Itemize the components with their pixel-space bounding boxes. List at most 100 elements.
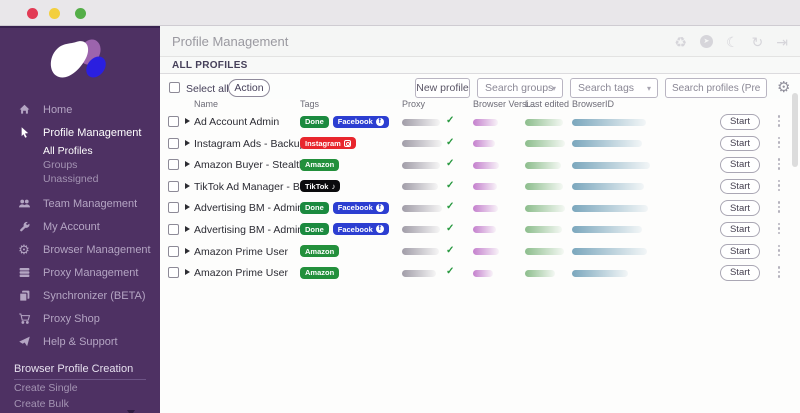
row-checkbox[interactable] [168,267,179,279]
sidebar-item-home[interactable]: Home [0,98,160,121]
row-menu-kebab-icon[interactable] [774,136,784,149]
row-menu-kebab-icon[interactable] [774,244,784,257]
home-icon [17,103,31,117]
minimize-window-icon[interactable] [49,8,60,19]
sidebar-item-synchronizer-beta[interactable]: Synchronizer (BETA) [0,284,160,307]
select-all-checkbox[interactable] [169,82,180,93]
moon-icon[interactable]: ☾ [726,35,739,49]
expand-caret-icon[interactable] [185,118,190,124]
sidebar-subitem-groups[interactable]: Groups [0,158,160,172]
row-menu-kebab-icon[interactable] [774,179,784,192]
row-checkbox[interactable] [168,223,179,235]
expand-caret-icon[interactable] [185,225,190,232]
row-menu-kebab-icon[interactable] [774,266,784,278]
tiktok-icon: ♪ [331,181,336,191]
column-header-browserid[interactable]: BrowserID [572,99,614,109]
sidebar-item-label: Proxy Shop [43,312,100,325]
new-profile-button[interactable]: New profile [415,78,470,98]
close-window-icon[interactable] [27,8,38,19]
profile-name[interactable]: Advertising BM - Admin 2 [194,224,312,236]
recycle-icon[interactable]: ♻ [674,35,687,49]
search-groups-select[interactable]: Search groups ▾ [477,78,563,98]
sidebar-item-profile-management[interactable]: Profile Management [0,121,160,144]
start-button[interactable]: Start [720,243,760,260]
sidebar-item-my-account[interactable]: My Account [0,215,160,238]
row-menu-kebab-icon[interactable] [774,115,784,127]
refresh-icon[interactable]: ↻ [752,35,764,49]
profile-name[interactable]: Amazon Prime User [194,267,288,279]
cart-icon [17,312,31,326]
expand-caret-icon[interactable] [185,161,190,168]
column-header-tags[interactable]: Tags [300,99,319,109]
start-button[interactable]: Start [720,135,760,152]
search-profiles-input[interactable] [665,78,767,98]
column-header-name[interactable]: Name [194,99,218,109]
sidebar-item-proxy-shop[interactable]: Proxy Shop [0,307,160,330]
expand-caret-icon[interactable] [185,247,190,254]
table-row: Instagram Ads - Backup Instagram ✓ Start [160,133,800,155]
sidebar-item-label: Profile Management [43,126,142,139]
sidebar-subitem-all-profiles[interactable]: All Profiles [0,144,160,158]
proxy-ok-check-icon: ✓ [446,201,455,213]
browser-version-blurred-value [473,183,497,191]
expand-caret-icon[interactable] [185,204,190,211]
expand-caret-icon[interactable] [185,182,190,189]
start-button[interactable]: Start [720,157,760,173]
row-checkbox[interactable] [168,159,179,171]
row-checkbox[interactable] [168,245,179,257]
profile-name[interactable]: Amazon Prime User [194,246,288,258]
row-checkbox[interactable] [168,137,179,149]
last-edited-blurred-value [525,161,561,169]
proxy-blurred-value [402,269,436,277]
wrench-icon [17,220,31,234]
expand-caret-icon[interactable] [185,139,190,146]
browser-id-blurred-value [572,226,642,234]
start-button[interactable]: Start [720,178,760,195]
start-button[interactable]: Start [720,114,760,130]
profile-name[interactable]: Instagram Ads - Backup [194,138,305,150]
telegram-icon[interactable]: ➤ [699,35,713,48]
sidebar-item-browser-management[interactable]: ⚙ Browser Management [0,238,160,261]
chevron-down-icon: ▾ [646,83,651,93]
sidebar-item-create-single[interactable]: Create Single [14,380,146,396]
sidebar-item-label: Team Management [43,197,138,210]
search-tags-select[interactable]: Search tags ▾ [570,78,658,98]
proxy-ok-check-icon: ✓ [446,179,455,191]
expand-caret-icon[interactable] [185,269,190,276]
tag-list: Amazon [300,266,340,279]
sidebar-item-proxy-management[interactable]: Proxy Management [0,261,160,284]
vertical-scrollbar[interactable] [792,93,798,167]
facebook-icon: f [375,203,384,212]
start-button[interactable]: Start [720,265,760,281]
last-edited-blurred-value [525,204,565,212]
sidebar-subitem-unassigned[interactable]: Unassigned [0,172,160,186]
row-menu-kebab-icon[interactable] [774,201,784,213]
tag-pill-done: Done [300,201,329,214]
row-menu-kebab-icon[interactable] [774,158,784,170]
maximize-window-icon[interactable] [75,8,86,19]
proxy-blurred-value [402,226,440,234]
settings-gear-icon[interactable]: ⚙ [777,79,790,97]
gear-icon: ⚙ [18,242,30,257]
sidebar-item-team-management[interactable]: Team Management [0,192,160,215]
main-content: Profile Management ♻ ➤ ☾ ↻ ⇥ ALL PROFILES Se… [160,26,800,413]
row-checkbox[interactable] [168,180,179,192]
logout-icon[interactable]: ⇥ [776,35,788,49]
start-button[interactable]: Start [720,221,760,238]
row-checkbox[interactable] [168,202,179,214]
profile-name[interactable]: Amazon Buyer - Stealth [194,159,305,171]
browser-id-blurred-value [572,269,628,277]
profile-name[interactable]: Advertising BM - Admin 1 [194,202,312,214]
start-button[interactable]: Start [720,200,760,216]
column-header-proxy[interactable]: Proxy [402,99,425,109]
action-button[interactable]: Action [228,79,270,97]
row-menu-kebab-icon[interactable] [774,222,784,235]
row-checkbox[interactable] [168,116,179,127]
proxy-ok-check-icon: ✓ [446,136,455,148]
proxy-blurred-value [402,140,442,148]
tag-list: Done Facebook f [300,115,389,128]
proxy-blurred-value [402,204,442,212]
sidebar-item-help-support[interactable]: Help & Support [0,330,160,353]
column-header-last-edited[interactable]: Last edited [525,99,569,109]
profile-name[interactable]: Ad Account Admin [194,116,279,128]
